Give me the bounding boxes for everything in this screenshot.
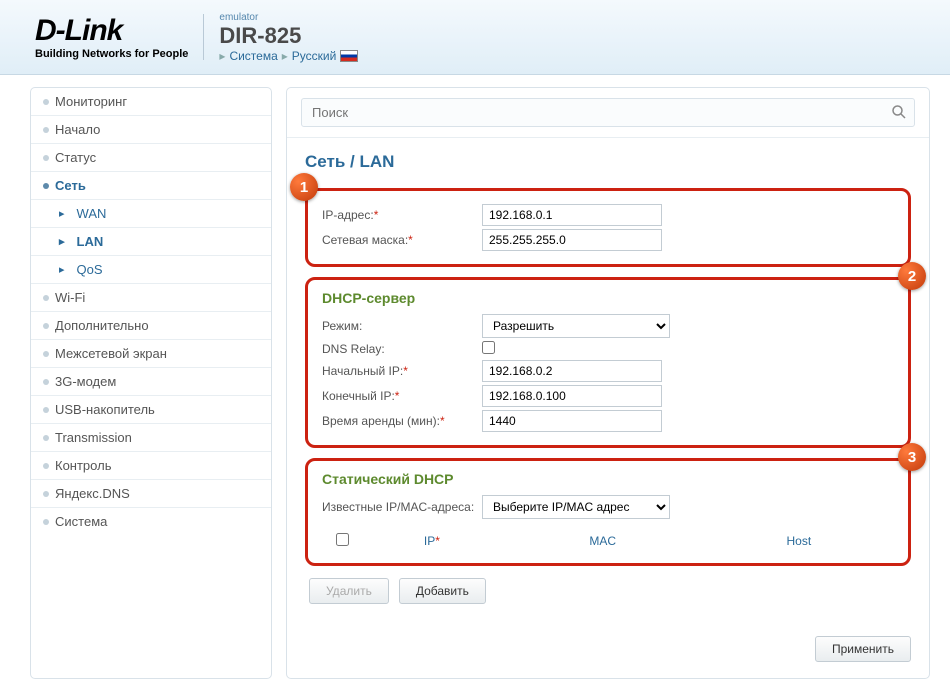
bc-language[interactable]: Русский [292,49,337,63]
section-static-dhcp: 3 Статический DHCP Известные IP/MAC-адре… [305,458,911,566]
known-select[interactable]: Выберите IP/MAC адрес [482,495,670,519]
search-icon [891,104,907,120]
static-dhcp-table: IP* MAC Host [322,529,894,553]
sidebar-item-network[interactable]: Сеть [31,172,271,200]
logo-block: D-Link Building Networks for People [35,14,204,60]
lease-input[interactable] [482,410,662,432]
apply-button[interactable]: Применить [815,636,911,662]
section-basic: 1 IP-адрес:* Сетевая маска:* [305,188,911,267]
start-ip-label: Начальный IP:* [322,364,482,378]
relay-checkbox[interactable] [482,341,495,354]
col-ip: IP* [362,529,502,553]
sidebar-item-advanced[interactable]: Дополнительно [31,312,271,340]
col-mac: MAC [502,529,704,553]
ip-input[interactable] [482,204,662,226]
annotation-marker-3: 3 [898,443,926,471]
model-name: DIR-825 [219,23,358,49]
sidebar-item-system[interactable]: Система [31,508,271,535]
mask-label: Сетевая маска:* [322,233,482,247]
brand-logo: D-Link [35,14,188,48]
sidebar-sub-wan[interactable]: WAN [31,200,271,228]
sidebar-item-transmission[interactable]: Transmission [31,424,271,452]
breadcrumb: ▸Система ▸Русский [219,49,358,63]
sidebar-sub-lan[interactable]: LAN [31,228,271,256]
sidebar: Мониторинг Начало Статус Сеть WAN LAN Qo… [30,87,272,679]
start-ip-input[interactable] [482,360,662,382]
header: D-Link Building Networks for People emul… [0,0,950,75]
emulator-label: emulator [219,12,358,23]
annotation-marker-2: 2 [898,262,926,290]
sidebar-item-status[interactable]: Статус [31,144,271,172]
annotation-marker-1: 1 [290,173,318,201]
sidebar-item-start[interactable]: Начало [31,116,271,144]
end-ip-input[interactable] [482,385,662,407]
dhcp-title: DHCP-сервер [322,290,894,306]
sidebar-item-monitoring[interactable]: Мониторинг [31,88,271,116]
search-input[interactable] [301,98,915,127]
select-all-checkbox[interactable] [336,533,349,546]
model-block: emulator DIR-825 ▸Система ▸Русский [219,12,358,63]
sidebar-item-yandexdns[interactable]: Яндекс.DNS [31,480,271,508]
end-ip-label: Конечный IP:* [322,389,482,403]
mode-label: Режим: [322,319,482,333]
ip-label: IP-адрес:* [322,208,482,222]
flag-ru-icon [340,50,358,62]
col-host: Host [704,529,894,553]
brand-tagline: Building Networks for People [35,48,188,60]
sidebar-item-usb[interactable]: USB-накопитель [31,396,271,424]
mask-input[interactable] [482,229,662,251]
sidebar-item-wifi[interactable]: Wi-Fi [31,284,271,312]
sidebar-item-firewall[interactable]: Межсетевой экран [31,340,271,368]
sidebar-item-control[interactable]: Контроль [31,452,271,480]
bc-system[interactable]: Система [229,49,277,63]
known-label: Известные IP/MAC-адреса: [322,500,482,514]
section-dhcp: 2 DHCP-сервер Режим: Разрешить DNS Relay… [305,277,911,448]
mode-select[interactable]: Разрешить [482,314,670,338]
sidebar-item-3g[interactable]: 3G-модем [31,368,271,396]
sidebar-sub-qos[interactable]: QoS [31,256,271,284]
page-title: Сеть / LAN [305,152,911,172]
main-panel: Сеть / LAN 1 IP-адрес:* Сетевая маска:* … [286,87,930,679]
static-dhcp-title: Статический DHCP [322,471,894,487]
search-bar [287,88,929,138]
delete-button[interactable]: Удалить [309,578,389,604]
lease-label: Время аренды (мин):* [322,414,482,428]
add-button[interactable]: Добавить [399,578,486,604]
relay-label: DNS Relay: [322,342,482,356]
